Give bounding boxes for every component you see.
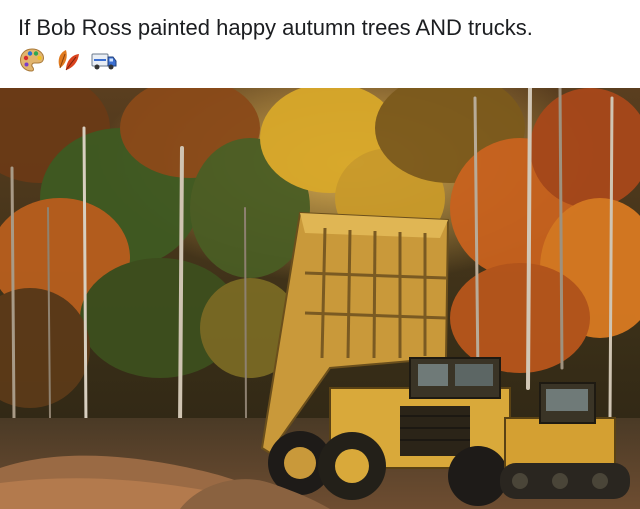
palette-icon — [19, 48, 45, 72]
social-post: If Bob Ross painted happy autumn trees A… — [0, 0, 640, 509]
emoji-row — [18, 46, 118, 74]
autumn-leaves-icon — [58, 50, 79, 71]
photo-dump-truck-autumn-forest — [0, 88, 640, 509]
post-caption: If Bob Ross painted happy autumn trees A… — [18, 15, 533, 40]
truck-icon — [91, 53, 117, 70]
post-photo[interactable] — [0, 88, 640, 509]
